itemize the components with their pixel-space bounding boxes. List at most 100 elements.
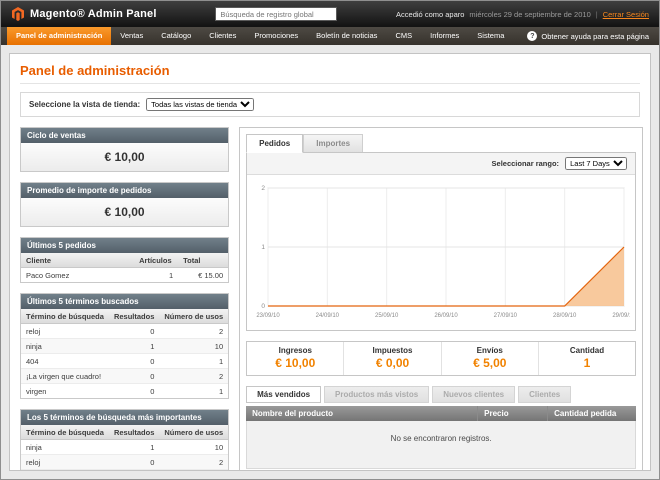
- results: 0: [109, 384, 159, 399]
- total-impuestos: Impuestos € 0,00: [343, 342, 440, 375]
- empty-message: No se encontraron registros.: [246, 421, 636, 469]
- search-term-row[interactable]: reloj 0 2: [21, 455, 228, 470]
- dashboard-sidebar: Ciclo de ventas € 10,00 Promedio de impo…: [20, 127, 229, 471]
- orders-chart: 23/09/1024/09/1025/09/1026/09/1027/09/10…: [252, 180, 630, 320]
- search-term-row[interactable]: ninja 1 10: [21, 440, 228, 455]
- brand: Magento® Admin Panel: [11, 7, 157, 21]
- total-value: € 5,00: [442, 356, 538, 370]
- col-header: Cliente: [21, 253, 134, 268]
- block-title: Ciclo de ventas: [21, 128, 228, 143]
- svg-text:1: 1: [262, 244, 266, 251]
- tab-pedidos[interactable]: Pedidos: [246, 134, 303, 153]
- average-orders-block: Promedio de importe de pedidos € 10,00: [20, 182, 229, 227]
- main-nav: Panel de administración Ventas Catálogo …: [1, 27, 659, 45]
- results: 0: [109, 324, 159, 339]
- page-title: Panel de administración: [20, 63, 640, 78]
- search-term-row[interactable]: reloj 0 2: [21, 324, 228, 339]
- svg-text:29/09/10: 29/09/10: [612, 313, 630, 319]
- brand-title: Magento® Admin Panel: [30, 8, 157, 20]
- nav-item-catalogo[interactable]: Catálogo: [152, 27, 200, 45]
- search-term-row[interactable]: ¡La virgen que cuadro! 0 2: [21, 369, 228, 384]
- svg-text:2: 2: [262, 185, 266, 192]
- results: 1: [109, 339, 159, 354]
- tab-clientes[interactable]: Clientes: [518, 386, 571, 403]
- logged-in-as: Accedió como aparo: [396, 10, 464, 19]
- svg-text:23/09/10: 23/09/10: [256, 313, 280, 319]
- total-label: Ingresos: [247, 346, 343, 355]
- term: ninja: [21, 440, 109, 455]
- help-link[interactable]: ? Obtener ayuda para esta página: [517, 27, 659, 45]
- total-value: € 10,00: [247, 356, 343, 370]
- uses: 10: [159, 440, 228, 455]
- uses: 1: [159, 384, 228, 399]
- dashboard-columns: Ciclo de ventas € 10,00 Promedio de impo…: [20, 127, 640, 471]
- products-table: Nombre del producto Precio Cantidad pedi…: [246, 406, 636, 469]
- uses: 2: [159, 369, 228, 384]
- uses: 1: [159, 354, 228, 369]
- nav-item-promociones[interactable]: Promociones: [245, 27, 307, 45]
- block-title: Últimos 5 términos buscados: [21, 294, 228, 309]
- results: 1: [109, 440, 159, 455]
- page-head: Panel de administración: [20, 63, 640, 84]
- store-view-select[interactable]: Todas las vistas de tienda: [146, 98, 254, 111]
- block-title: Últimos 5 pedidos: [21, 238, 228, 253]
- order-customer: Paco Gomez: [21, 268, 134, 283]
- session-info: Accedió como aparo miércoles 29 de septi…: [396, 10, 649, 19]
- nav-item-dashboard[interactable]: Panel de administración: [7, 27, 111, 45]
- block-title: Los 5 términos de búsqueda más important…: [21, 410, 228, 425]
- chart-tabs: Pedidos Importes: [246, 134, 636, 153]
- order-items: 1: [134, 268, 178, 283]
- range-select[interactable]: Last 7 Days: [565, 157, 627, 170]
- nav-item-cms[interactable]: CMS: [386, 27, 421, 45]
- term: ninja: [21, 339, 109, 354]
- last-orders-table: Cliente Artículos Total Paco Gomez 1 € 1…: [21, 253, 228, 282]
- store-view-switcher: Seleccione la vista de tienda: Todas las…: [20, 92, 640, 117]
- magento-logo-icon: [11, 7, 25, 21]
- lifetime-sales-block: Ciclo de ventas € 10,00: [20, 127, 229, 172]
- nav-item-sistema[interactable]: Sistema: [468, 27, 513, 45]
- magento-admin-window: Magento® Admin Panel Accedió como aparo …: [0, 0, 660, 480]
- total-label: Cantidad: [539, 346, 635, 355]
- search-term-row[interactable]: virgen 0 1: [21, 384, 228, 399]
- tab-mas-vendidos[interactable]: Más vendidos: [246, 386, 321, 403]
- orders-chart-panel: Seleccionar rango: Last 7 Days 23/09/102…: [246, 153, 636, 331]
- results: 0: [109, 455, 159, 470]
- tab-productos-mas-vistos[interactable]: Productos más vistos: [324, 386, 429, 403]
- uses: 2: [159, 324, 228, 339]
- logout-link[interactable]: Cerrar Sesión: [603, 10, 649, 19]
- help-label: Obtener ayuda para esta página: [541, 32, 649, 41]
- term: ¡La virgen que cuadro!: [21, 369, 109, 384]
- store-view-label: Seleccione la vista de tienda:: [29, 100, 140, 109]
- total-cantidad: Cantidad 1: [538, 342, 635, 375]
- nav-item-clientes[interactable]: Clientes: [200, 27, 245, 45]
- search-term-row[interactable]: ¡La virgen que cuadro! 0 2: [21, 470, 228, 472]
- dashboard-panel: Pedidos Importes Seleccionar rango: Last…: [239, 127, 643, 471]
- current-date: miércoles 29 de septiembre de 2010: [469, 10, 590, 19]
- content-area: Panel de administración Seleccione la vi…: [1, 45, 659, 479]
- results: 0: [109, 369, 159, 384]
- order-row[interactable]: Paco Gomez 1 € 15.00: [21, 268, 228, 283]
- total-value: € 0,00: [344, 356, 440, 370]
- nav-item-boletin[interactable]: Boletín de noticias: [307, 27, 386, 45]
- nav-item-informes[interactable]: Informes: [421, 27, 468, 45]
- svg-text:0: 0: [262, 303, 266, 310]
- tab-importes[interactable]: Importes: [303, 134, 363, 152]
- search-term-row[interactable]: ninja 1 10: [21, 339, 228, 354]
- svg-text:24/09/10: 24/09/10: [316, 313, 340, 319]
- average-orders-value: € 10,00: [21, 198, 228, 226]
- top-header-bar: Magento® Admin Panel Accedió como aparo …: [1, 1, 659, 27]
- last-orders-block: Últimos 5 pedidos Cliente Artículos Tota…: [20, 237, 229, 283]
- tab-nuevos-clientes[interactable]: Nuevos clientes: [432, 386, 515, 403]
- col-header: Término de búsqueda: [21, 425, 109, 440]
- total-envios: Envíos € 5,00: [441, 342, 538, 375]
- global-search-input[interactable]: [215, 7, 337, 21]
- lifetime-sales-value: € 10,00: [21, 143, 228, 171]
- col-header: Nombre del producto: [246, 406, 478, 421]
- order-total: € 15.00: [178, 268, 228, 283]
- uses: 10: [159, 339, 228, 354]
- search-term-row[interactable]: 404 0 1: [21, 354, 228, 369]
- results: 0: [109, 354, 159, 369]
- nav-item-ventas[interactable]: Ventas: [111, 27, 152, 45]
- block-title: Promedio de importe de pedidos: [21, 183, 228, 198]
- svg-text:27/09/10: 27/09/10: [494, 313, 518, 319]
